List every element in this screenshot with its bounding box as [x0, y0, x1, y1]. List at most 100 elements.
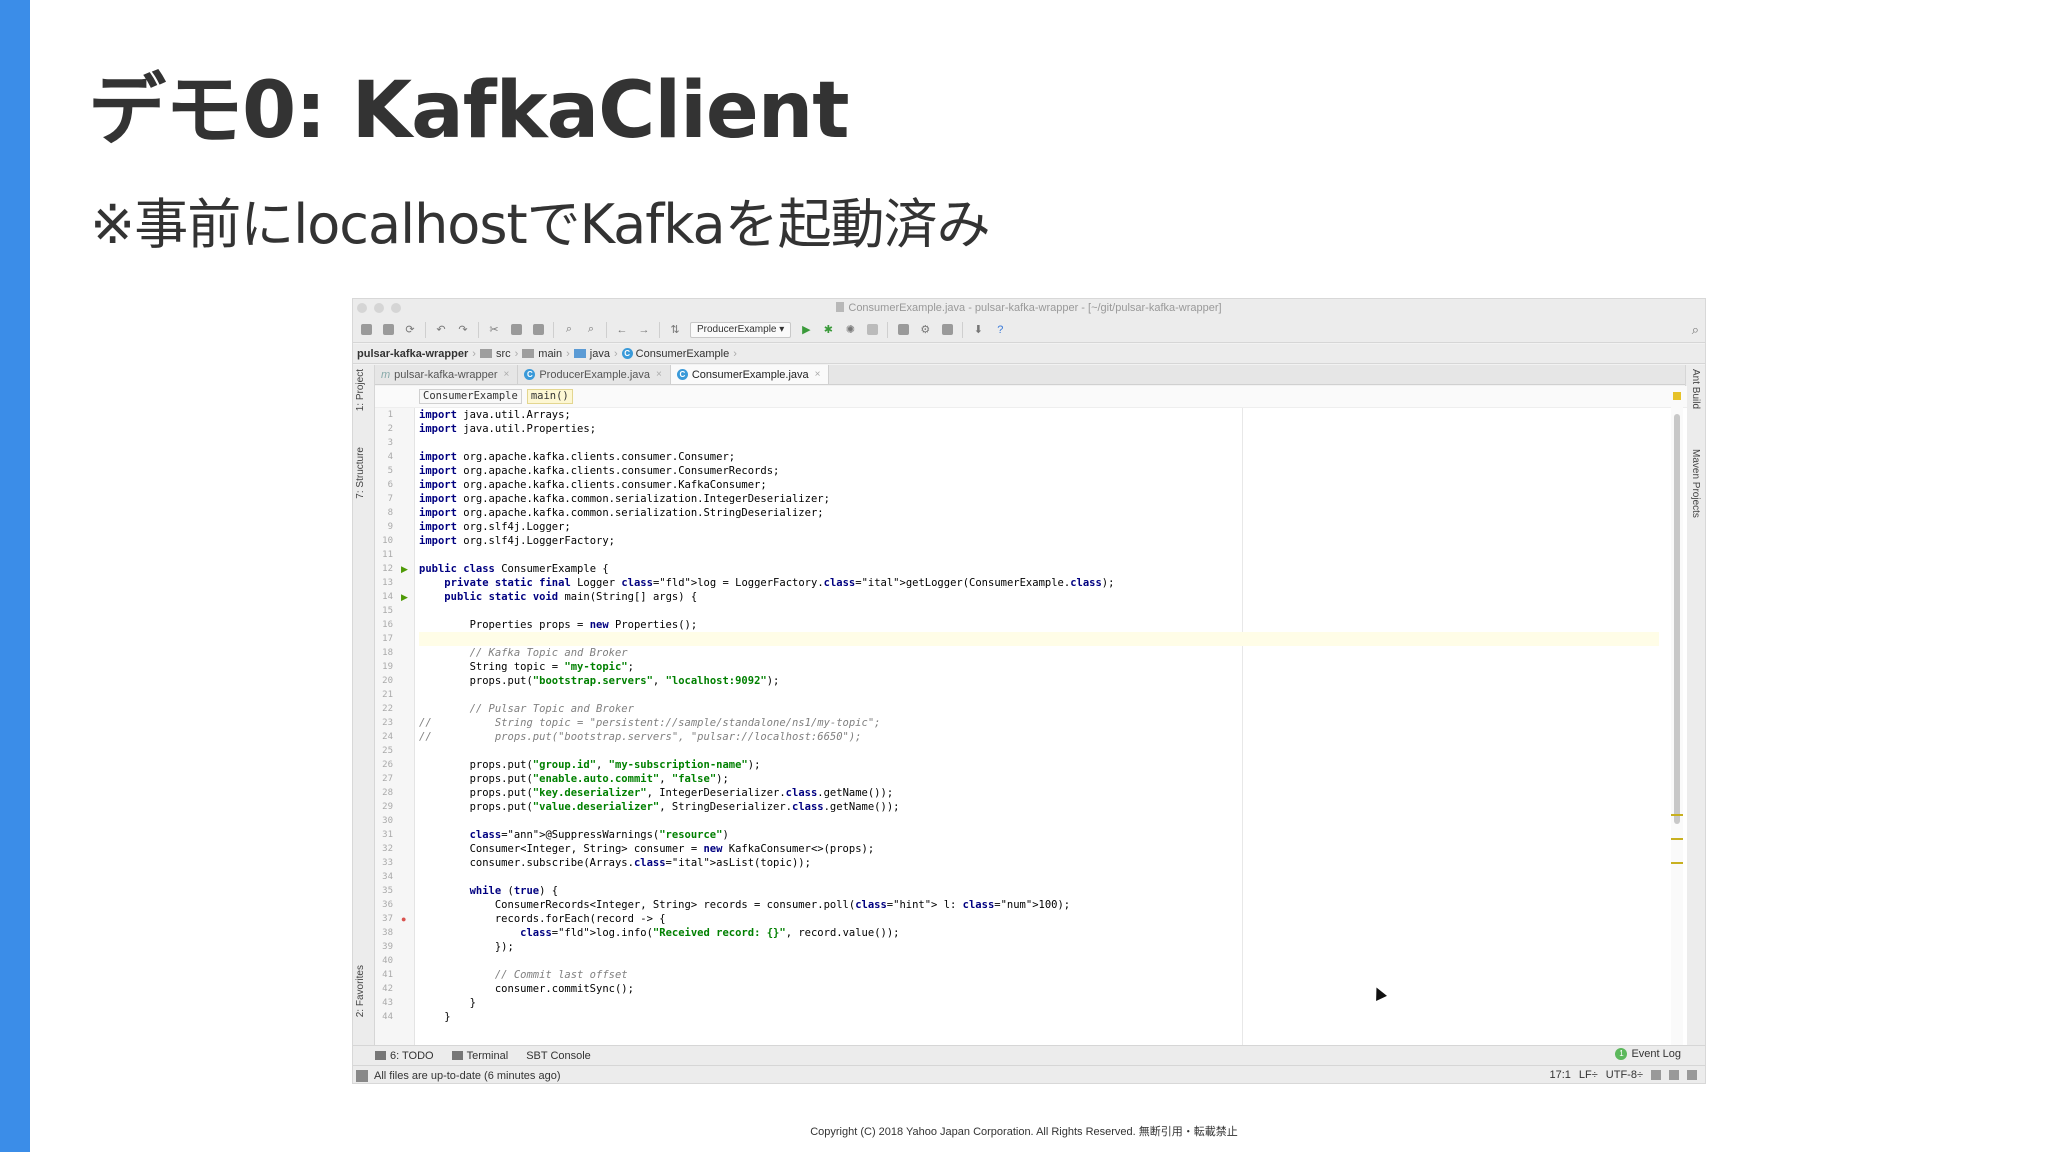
tool-window-sbt-console[interactable]: SBT Console [526, 1050, 591, 1062]
code-line[interactable] [419, 870, 1659, 884]
line-separator[interactable]: LF÷ [1579, 1069, 1598, 1081]
build-icon[interactable]: ⇅ [667, 322, 683, 338]
code-line[interactable]: // Pulsar Topic and Broker [419, 702, 1659, 716]
code-line[interactable]: // Commit last offset [419, 968, 1659, 982]
code-line[interactable]: public static void main(String[] args) { [419, 590, 1659, 604]
project-structure-icon[interactable] [895, 322, 911, 338]
stop-icon[interactable] [864, 322, 880, 338]
settings-icon[interactable]: ⚙ [917, 322, 933, 338]
window-controls[interactable] [357, 303, 401, 313]
lambda-gutter-icon[interactable]: ● [401, 912, 406, 926]
close-tab-icon[interactable]: × [504, 369, 510, 380]
event-log-button[interactable]: 1 Event Log [1615, 1048, 1681, 1060]
tab-producer-example[interactable]: C ProducerExample.java × [518, 365, 671, 384]
debug-icon[interactable]: ✱ [820, 322, 836, 338]
tool-window-terminal[interactable]: Terminal [451, 1050, 508, 1062]
code-line[interactable]: ConsumerRecords<Integer, String> records… [419, 898, 1659, 912]
scrollbar-marker[interactable] [1671, 814, 1683, 816]
code-line[interactable]: public class ConsumerExample { [419, 562, 1659, 576]
sdk-icon[interactable] [939, 322, 955, 338]
code-editor[interactable]: ConsumerExample main() 1 2 3 4 5 6 7 8 9 10 11 12 13… [375, 386, 1687, 1045]
tool-windows-toggle-icon[interactable] [356, 1069, 368, 1082]
code-line[interactable] [419, 436, 1659, 450]
code-line[interactable]: }); [419, 940, 1659, 954]
breadcrumb-java[interactable]: java [573, 348, 610, 360]
code-line[interactable]: while (true) { [419, 884, 1659, 898]
back-icon[interactable]: ← [614, 322, 630, 338]
open-folder-icon[interactable] [358, 322, 374, 338]
code-line[interactable]: private static final Logger class="fld">… [419, 576, 1659, 590]
close-tab-icon[interactable]: × [656, 369, 662, 380]
vcs-icon[interactable]: ⬇ [970, 322, 986, 338]
paste-icon[interactable] [530, 322, 546, 338]
find-icon[interactable]: ⌕ [561, 322, 577, 338]
sync-icon[interactable]: ⟳ [402, 322, 418, 338]
code-line[interactable]: props.put("bootstrap.servers", "localhos… [419, 674, 1659, 688]
run-icon[interactable]: ▶ [798, 322, 814, 338]
tab-consumer-example[interactable]: C ConsumerExample.java × [670, 365, 830, 384]
close-window-button[interactable] [357, 303, 367, 313]
help-icon[interactable]: ? [992, 322, 1008, 338]
lock-icon[interactable] [1651, 1070, 1661, 1080]
code-line[interactable]: import java.util.Arrays; [419, 408, 1659, 422]
code-line[interactable]: import org.apache.kafka.common.serializa… [419, 506, 1659, 520]
line-number-gutter[interactable]: 1 2 3 4 5 6 7 8 9 10 11 12 13 14 15 16 17 18 19 20 21 22 23 24 2… [375, 408, 415, 1045]
close-tab-icon[interactable]: × [815, 369, 821, 380]
tool-window-maven-projects[interactable]: Maven Projects [1690, 449, 1701, 518]
editor-breadcrumb-method[interactable]: main() [526, 389, 573, 404]
code-line[interactable]: String topic = "my-topic"; [419, 660, 1659, 674]
code-line[interactable]: class="ann">@SuppressWarnings("resource"… [419, 828, 1659, 842]
code-line[interactable]: // Kafka Topic and Broker [419, 646, 1659, 660]
code-area[interactable]: import java.util.Arrays; import java.util… [419, 408, 1659, 1045]
code-line[interactable]: import org.slf4j.Logger; [419, 520, 1659, 534]
breadcrumb-main[interactable]: main [522, 348, 562, 360]
cut-icon[interactable]: ✂ [486, 322, 502, 338]
code-line[interactable]: import org.apache.kafka.clients.consumer… [419, 464, 1659, 478]
breadcrumb-src[interactable]: src [479, 348, 511, 360]
code-line[interactable]: // String topic = "persistent://sample/s… [419, 716, 1659, 730]
redo-icon[interactable]: ↷ [455, 322, 471, 338]
hector-icon[interactable] [1669, 1070, 1679, 1080]
scrollbar-marker[interactable] [1671, 862, 1683, 864]
code-line[interactable] [419, 814, 1659, 828]
code-line[interactable]: // props.put("bootstrap.servers", "pulsa… [419, 730, 1659, 744]
tool-window-project[interactable]: 1: Project [355, 369, 366, 411]
code-line[interactable]: consumer.commitSync(); [419, 982, 1659, 996]
scrollbar-marker[interactable] [1671, 838, 1683, 840]
coverage-icon[interactable]: ✺ [842, 322, 858, 338]
replace-icon[interactable]: ⌕ [583, 322, 599, 338]
code-line[interactable] [419, 954, 1659, 968]
code-line[interactable]: } [419, 996, 1659, 1010]
code-line[interactable]: props.put("enable.auto.commit", "false")… [419, 772, 1659, 786]
code-line[interactable]: import org.slf4j.LoggerFactory; [419, 534, 1659, 548]
code-line[interactable] [419, 604, 1659, 618]
inspection-status-icon[interactable] [1673, 392, 1681, 400]
code-line[interactable]: import org.apache.kafka.common.serializa… [419, 492, 1659, 506]
undo-icon[interactable]: ↶ [433, 322, 449, 338]
code-line[interactable]: import java.util.Properties; [419, 422, 1659, 436]
code-line[interactable]: import org.apache.kafka.clients.consumer… [419, 478, 1659, 492]
code-line[interactable]: props.put("value.deserializer", StringDe… [419, 800, 1659, 814]
forward-icon[interactable]: → [636, 322, 652, 338]
code-line[interactable]: consumer.subscribe(Arrays.class="ital">a… [419, 856, 1659, 870]
code-line[interactable]: records.forEach(record -> { [419, 912, 1659, 926]
copy-icon[interactable] [508, 322, 524, 338]
breadcrumb-class[interactable]: C ConsumerExample [621, 348, 729, 360]
code-line[interactable]: } [419, 1010, 1659, 1024]
code-line[interactable]: Consumer<Integer, String> consumer = new… [419, 842, 1659, 856]
run-configuration-select[interactable]: ProducerExample ▾ [690, 321, 792, 338]
search-everywhere-icon[interactable]: ⌕ [1692, 322, 1699, 338]
editor-breadcrumb-class[interactable]: ConsumerExample [419, 389, 522, 404]
code-line[interactable]: props.put("group.id", "my-subscription-n… [419, 758, 1659, 772]
tool-window-favorites[interactable]: 2: Favorites [355, 965, 366, 1017]
code-line[interactable] [419, 688, 1659, 702]
tool-window-ant-build[interactable]: Ant Build [1690, 369, 1701, 409]
editor-scrollbar[interactable] [1671, 386, 1683, 1045]
tab-pulsar-kafka-wrapper[interactable]: m pulsar-kafka-wrapper × [375, 365, 519, 384]
tool-window-structure[interactable]: 7: Structure [355, 447, 366, 499]
run-gutter-icon[interactable]: ▶ [401, 562, 408, 576]
breadcrumb-project[interactable]: pulsar-kafka-wrapper [357, 348, 468, 360]
minimize-window-button[interactable] [374, 303, 384, 313]
scrollbar-thumb[interactable] [1674, 414, 1680, 824]
save-icon[interactable] [380, 322, 396, 338]
